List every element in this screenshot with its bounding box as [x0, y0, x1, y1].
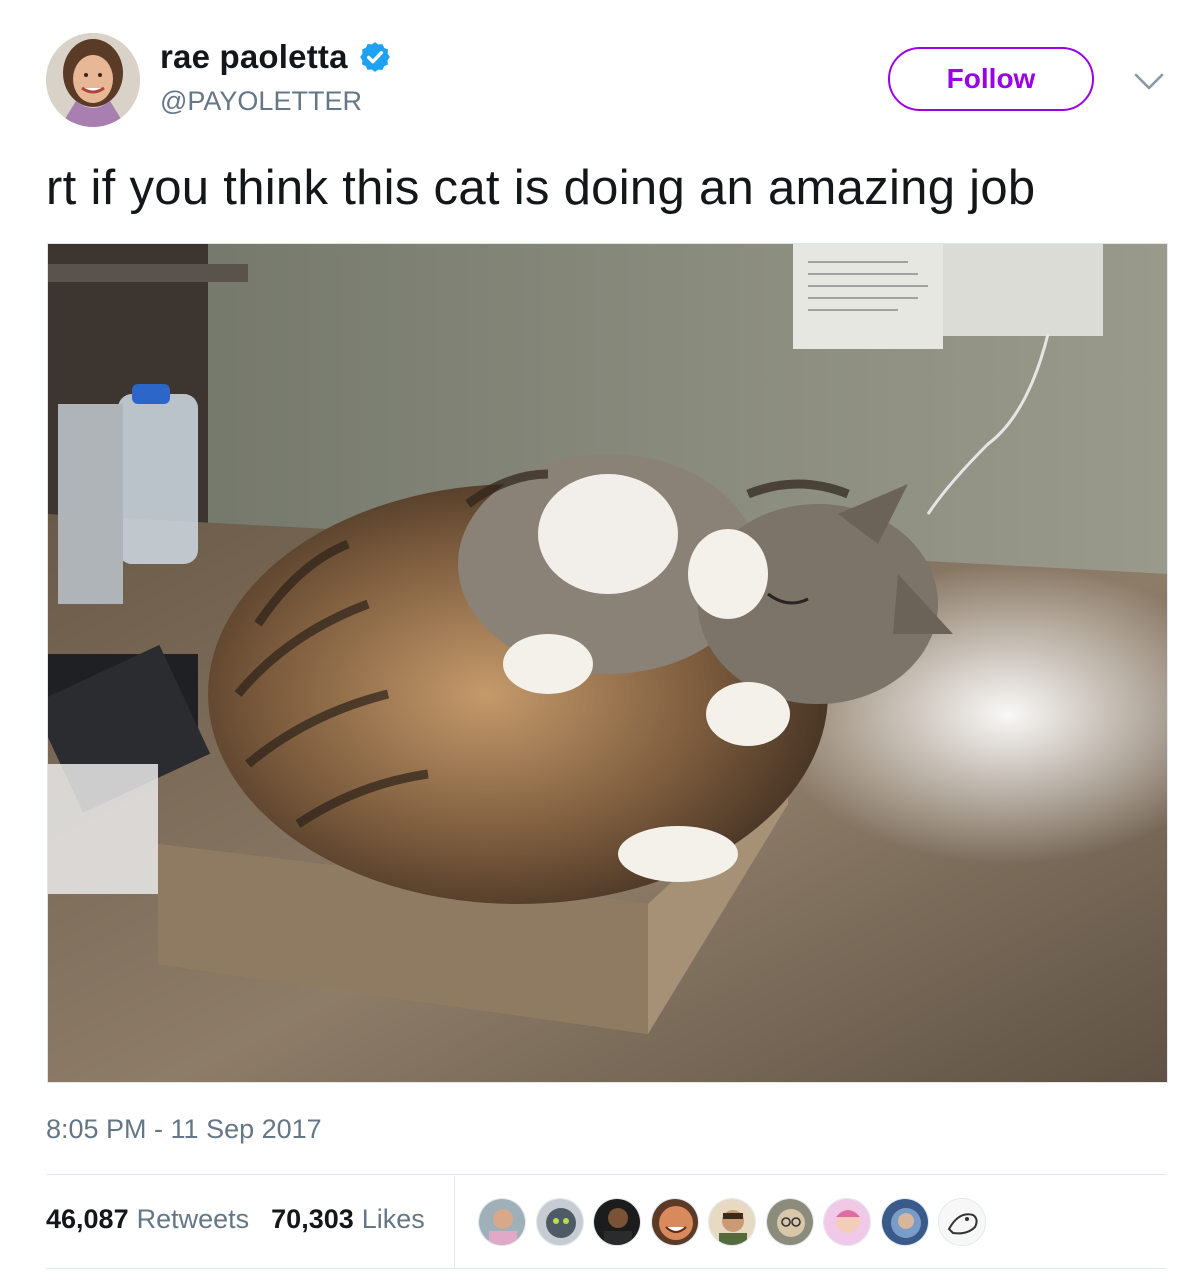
tweet-stats: 46,087 Retweets 70,303 Likes: [46, 1204, 425, 1235]
retweets-count: 46,087: [46, 1204, 129, 1234]
author-handle[interactable]: @PAYOLETTER: [160, 86, 362, 117]
follow-button[interactable]: Follow: [888, 47, 1094, 111]
likes-label: Likes: [361, 1204, 425, 1234]
author-avatar[interactable]: [46, 33, 140, 127]
liker-avatar-4[interactable]: [650, 1198, 699, 1246]
liker-avatar-6[interactable]: [765, 1198, 814, 1246]
likes-count: 70,303: [271, 1204, 354, 1234]
tweet-photo[interactable]: [47, 243, 1168, 1083]
liker-avatar-8[interactable]: [880, 1198, 929, 1246]
retweets-label: Retweets: [136, 1204, 250, 1234]
liker-avatar-3[interactable]: [593, 1198, 641, 1246]
liker-avatar-7[interactable]: [823, 1198, 871, 1246]
likes-stat[interactable]: 70,303 Likes: [271, 1204, 425, 1235]
tweet-card: rae paoletta @PAYOLETTER Follow rt if yo…: [0, 0, 1200, 1284]
chevron-down-icon[interactable]: [1132, 66, 1166, 96]
liker-avatars: [478, 1198, 986, 1246]
verified-badge-icon: [358, 40, 392, 74]
display-name[interactable]: rae paoletta: [160, 38, 348, 76]
stats-divider: [454, 1176, 455, 1268]
retweets-stat[interactable]: 46,087 Retweets: [46, 1204, 249, 1235]
divider-top: [46, 1174, 1166, 1175]
liker-avatar-1[interactable]: [478, 1198, 526, 1246]
divider-bottom: [46, 1268, 1166, 1269]
author-name[interactable]: rae paoletta: [160, 38, 392, 76]
liker-avatar-5[interactable]: [708, 1198, 756, 1246]
tweet-text: rt if you think this cat is doing an ama…: [46, 161, 1036, 215]
tweet-timestamp[interactable]: 8:05 PM - 11 Sep 2017: [46, 1114, 322, 1145]
liker-avatar-9[interactable]: [938, 1198, 986, 1246]
liker-avatar-2[interactable]: [535, 1198, 584, 1246]
